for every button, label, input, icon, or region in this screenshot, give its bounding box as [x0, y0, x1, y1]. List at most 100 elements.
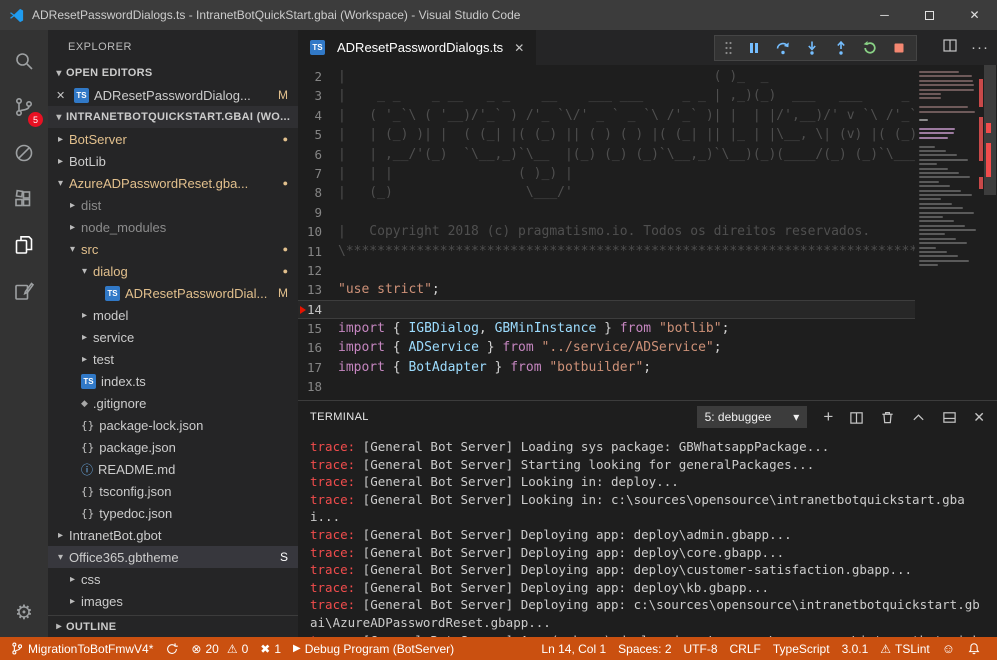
- split-editor-icon[interactable]: [942, 37, 958, 58]
- tslint-item[interactable]: ⚠ TSLint: [874, 637, 935, 660]
- eol-sequence[interactable]: CRLF: [724, 637, 767, 660]
- tree-item-typedoc-json[interactable]: {}typedoc.json: [48, 502, 298, 524]
- extra-count-item[interactable]: ✖ 1: [254, 637, 287, 660]
- maximize-panel-chevron-icon[interactable]: [911, 410, 926, 425]
- tree-item-model[interactable]: ▸model: [48, 304, 298, 326]
- stop-icon[interactable]: [891, 40, 907, 56]
- tree-item-readme-md[interactable]: ⓘREADME.md: [48, 458, 298, 480]
- new-terminal-icon[interactable]: +: [823, 407, 833, 427]
- workspace-header-label: INTRANETBOTQUICKSTART.GBAI (WO...: [66, 111, 290, 123]
- workspace-section-header[interactable]: ▾ INTRANETBOTQUICKSTART.GBAI (WO...: [48, 106, 298, 128]
- circle-slash-icon[interactable]: [0, 130, 48, 176]
- gitignore-icon: ◆: [81, 398, 88, 409]
- code-line-15[interactable]: 15import { IGBDialog, GBMinInstance } fr…: [298, 319, 915, 338]
- tree-item-service[interactable]: ▸service: [48, 326, 298, 348]
- terminal-output[interactable]: trace: [General Bot Server] Loading sys …: [298, 433, 997, 637]
- tree-item-botserver[interactable]: ▸BotServer●: [48, 128, 298, 150]
- tree-item-css[interactable]: ▸css: [48, 568, 298, 590]
- tree-item-index-ts[interactable]: TSindex.ts: [48, 370, 298, 392]
- code-text: | _ _ _ __ _ _ __ ___ ___ _ _ | ,_)(_) _…: [338, 86, 909, 105]
- step-out-icon[interactable]: [833, 40, 849, 56]
- minimap[interactable]: [915, 65, 983, 400]
- tree-item-dist[interactable]: ▸dist: [48, 194, 298, 216]
- gear-icon[interactable]: ⚙: [15, 600, 33, 625]
- close-button[interactable]: ✕: [952, 0, 997, 30]
- tree-item-tsconfig-json[interactable]: {}tsconfig.json: [48, 480, 298, 502]
- tree-item-test[interactable]: ▸test: [48, 348, 298, 370]
- explorer-files-icon[interactable]: [0, 222, 48, 268]
- tree-item-images[interactable]: ▸images: [48, 590, 298, 612]
- tree-item-src[interactable]: ▾src●: [48, 238, 298, 260]
- indentation[interactable]: Spaces: 2: [612, 637, 677, 660]
- open-editor-item[interactable]: ✕ TS ADResetPasswordDialog... M: [48, 84, 298, 106]
- tab-adresetpassworddialogs[interactable]: TS ADResetPasswordDialogs.ts ✕: [298, 30, 536, 65]
- tree-item-node-modules[interactable]: ▸node_modules: [48, 216, 298, 238]
- more-actions-icon[interactable]: ···: [971, 39, 989, 56]
- code-line-8[interactable]: 8| (_) \___/': [298, 183, 915, 202]
- toggle-panel-icon[interactable]: [942, 410, 957, 425]
- problems-item[interactable]: ⊗ 20 ⚠ 0: [185, 637, 254, 660]
- vscode-logo-icon: [9, 8, 24, 23]
- line-number: 12: [298, 261, 338, 280]
- code-line-13[interactable]: 13"use strict";: [298, 280, 915, 299]
- tree-item-package-lock-json[interactable]: {}package-lock.json: [48, 414, 298, 436]
- code-line-6[interactable]: 6| | ,__/'(_) `\__,_)`\__ |(_) (_) (_)`\…: [298, 145, 915, 164]
- notifications-bell-icon[interactable]: [961, 637, 987, 660]
- terminal-select[interactable]: 5: debuggee ▾: [697, 406, 808, 428]
- tree-item-office365-gbtheme[interactable]: ▾Office365.gbthemeS: [48, 546, 298, 568]
- tree-item-label: tsconfig.json: [99, 484, 298, 499]
- code-line-18[interactable]: 18: [298, 377, 915, 396]
- close-editor-icon[interactable]: ✕: [56, 89, 70, 102]
- step-over-icon[interactable]: [775, 40, 791, 56]
- code-line-14[interactable]: 14: [298, 300, 915, 319]
- code-line-4[interactable]: 4| ( '_`\ ( '__)/'_` ) /'_ `\/' _ ` _ `\…: [298, 106, 915, 125]
- code-line-9[interactable]: 9: [298, 203, 915, 222]
- open-editors-header[interactable]: ▾ OPEN EDITORS: [48, 62, 298, 84]
- code-line-7[interactable]: 7| | | ( )_) |: [298, 164, 915, 183]
- editor-scrollbar[interactable]: [983, 65, 997, 400]
- search-icon[interactable]: [0, 38, 48, 84]
- code-line-16[interactable]: 16import { ADService } from "../service/…: [298, 338, 915, 357]
- close-tab-icon[interactable]: ✕: [514, 41, 524, 55]
- code-line-17[interactable]: 17import { BotAdapter } from "botbuilder…: [298, 358, 915, 377]
- outline-section-header[interactable]: ▸ OUTLINE: [48, 615, 298, 637]
- extensions-icon[interactable]: [0, 176, 48, 222]
- debug-program-item[interactable]: ▶ Debug Program (BotServer): [287, 637, 460, 660]
- split-terminal-icon[interactable]: [849, 410, 864, 425]
- vscode-window: ADResetPasswordDialogs.ts - IntranetBotQ…: [0, 0, 997, 660]
- code-text: "use strict";: [338, 280, 440, 299]
- sync-icon[interactable]: [159, 637, 185, 660]
- maximize-button[interactable]: [907, 0, 952, 30]
- step-into-icon[interactable]: [804, 40, 820, 56]
- drag-grip-icon[interactable]: [724, 40, 733, 56]
- cursor-position[interactable]: Ln 14, Col 1: [535, 637, 612, 660]
- close-panel-icon[interactable]: ✕: [973, 409, 985, 426]
- chevron-collapsed-icon: ▸: [54, 134, 67, 145]
- tree-item-botlib[interactable]: ▸BotLib: [48, 150, 298, 172]
- feedback-smiley-icon[interactable]: ☺: [936, 637, 961, 660]
- tree-item-package-json[interactable]: {}package.json: [48, 436, 298, 458]
- code-line-3[interactable]: 3| _ _ _ __ _ _ __ ___ ___ _ _ | ,_)(_) …: [298, 86, 915, 105]
- tree-item-intranetbot-gbot[interactable]: ▸IntranetBot.gbot: [48, 524, 298, 546]
- tree-item-azureadpasswordreset-gba[interactable]: ▾AzureADPasswordReset.gba...●: [48, 172, 298, 194]
- code-line-10[interactable]: 10| Copyright 2018 (c) pragmatismo.io. T…: [298, 222, 915, 241]
- ts-version[interactable]: 3.0.1: [836, 637, 875, 660]
- git-branch-item[interactable]: MigrationToBotFmwV4*: [4, 637, 159, 660]
- code-line-11[interactable]: 11\*************************************…: [298, 242, 915, 261]
- code-line-5[interactable]: 5| | (_) )| | ( (_| |( (_) || ( ) ( ) |(…: [298, 125, 915, 144]
- code-line-12[interactable]: 12: [298, 261, 915, 280]
- encoding[interactable]: UTF-8: [678, 637, 724, 660]
- terminal-tab[interactable]: TERMINAL: [310, 411, 369, 423]
- minimize-button[interactable]: ─: [862, 0, 907, 30]
- tree-item-dialog[interactable]: ▾dialog●: [48, 260, 298, 282]
- pause-icon[interactable]: [746, 40, 762, 56]
- restart-icon[interactable]: [862, 40, 878, 56]
- tree-item-gitignore[interactable]: ◆.gitignore: [48, 392, 298, 414]
- kill-terminal-trash-icon[interactable]: [880, 410, 895, 425]
- source-control-icon[interactable]: 5: [0, 84, 48, 130]
- code-line-2[interactable]: 2| ( )_ _: [298, 67, 915, 86]
- language-mode[interactable]: TypeScript: [767, 637, 836, 660]
- edit-pencil-icon[interactable]: [0, 268, 48, 314]
- code-text: | ( '_`\ ( '__)/'_` ) /'_ `\/' _ ` _ `\ …: [338, 106, 915, 125]
- tree-item-adresetpassworddial[interactable]: TSADResetPasswordDial...M: [48, 282, 298, 304]
